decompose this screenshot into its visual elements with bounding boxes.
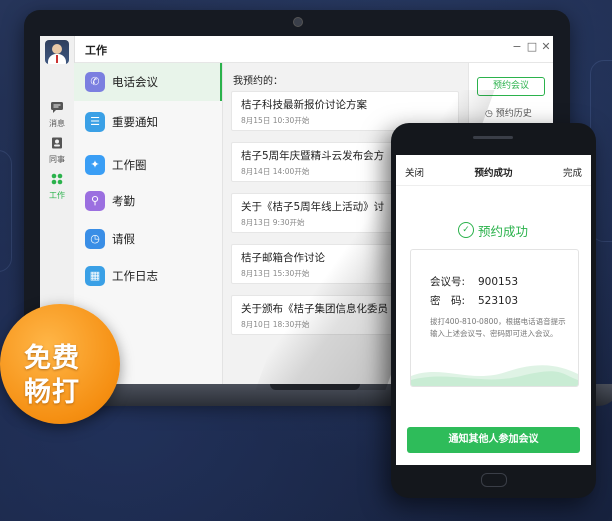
menu-label: 考勤 [112, 194, 135, 208]
menu-item-work-circle[interactable]: ✦ 工作圈 [74, 146, 222, 184]
password-value: 523103 [478, 295, 519, 307]
card-title: 桔子科技最新报价讨论方案 [241, 99, 367, 111]
meeting-id-value: 900153 [478, 276, 519, 288]
minimize-button[interactable]: − [510, 40, 524, 53]
menu-item-conference[interactable]: ✆ 电话会议 [74, 63, 222, 101]
meeting-info-box: 会议号: 900153 密 码: 523103 拔打400-810-0800，根据电… [410, 249, 579, 387]
wave-decoration [411, 365, 578, 386]
compass-icon: ✦ [85, 155, 105, 175]
rail-label: 消息 [49, 119, 65, 128]
menu-label: 请假 [112, 232, 135, 246]
apps-icon [51, 173, 63, 185]
chat-icon [51, 102, 63, 113]
title-bar: 工作 − □ ✕ [40, 36, 553, 63]
menu-label: 工作日志 [112, 269, 158, 283]
rail-item-colleagues[interactable]: 同事 [40, 134, 74, 165]
location-icon: ⚲ [85, 191, 105, 211]
rail-item-messages[interactable]: 消息 [40, 98, 74, 129]
contacts-icon [52, 137, 62, 149]
log-icon: ▦ [85, 266, 105, 286]
menu-item-work-log[interactable]: ▦ 工作日志 [74, 257, 222, 295]
promo-badge: 免费 畅打 [0, 304, 120, 424]
rail-item-work[interactable]: 工作 [40, 170, 74, 201]
list-header: 我预约的： [233, 76, 283, 87]
close-button[interactable]: ✕ [539, 40, 553, 53]
phone-screen: 关闭 预约成功 完成 ✓ 预约成功 会议号: 900153 密 码: 523103 … [396, 155, 591, 465]
maximize-button[interactable]: □ [525, 40, 539, 53]
card-time: 8月14日 14:00开始 [241, 167, 310, 176]
rail-label: 同事 [49, 155, 65, 164]
card-time: 8月13日 9:30开始 [241, 218, 305, 227]
camera [293, 17, 303, 27]
meeting-id-row: 会议号: 900153 [430, 274, 518, 289]
password-label: 密 码: [430, 295, 466, 307]
avatar[interactable] [45, 40, 69, 64]
history-label: 预约历史 [495, 109, 532, 119]
phone-nav-bar: 关闭 预约成功 完成 [396, 155, 591, 186]
phone-icon: ✆ [85, 72, 105, 92]
menu-item-notice[interactable]: ☰ 重要通知 [74, 103, 222, 141]
menu-label: 工作圈 [112, 158, 147, 172]
home-button[interactable] [481, 473, 507, 487]
check-circle-icon: ✓ [458, 222, 474, 238]
clock-icon: ◷ [85, 229, 105, 249]
phone-nav-title: 预约成功 [474, 168, 513, 179]
menu-item-attendance[interactable]: ⚲ 考勤 [74, 182, 222, 220]
badge-line-2: 畅打 [24, 377, 80, 408]
window-title: 工作 [85, 44, 107, 57]
phone-frame: 关闭 预约成功 完成 ✓ 预约成功 会议号: 900153 密 码: 523103 … [391, 123, 596, 498]
card-time: 8月15日 10:30开始 [241, 116, 310, 125]
menu-item-leave[interactable]: ◷ 请假 [74, 220, 222, 258]
password-row: 密 码: 523103 [430, 293, 518, 308]
notify-others-button[interactable]: 通知其他人参加会议 [407, 427, 580, 453]
menu-label: 电话会议 [112, 75, 158, 89]
dial-hint: 拔打400-810-0800，根据电话语音提示输入上述会议号、密码即可进入会议。 [430, 317, 566, 338]
background-decoration [0, 150, 12, 272]
menu-label: 重要通知 [112, 115, 158, 129]
phone-speaker [473, 136, 513, 139]
booking-history-link[interactable]: ◷ 预约历史 [485, 106, 532, 119]
success-label: 预约成功 [478, 224, 529, 239]
notice-icon: ☰ [85, 112, 105, 132]
rail-label: 工作 [49, 191, 65, 200]
meeting-id-label: 会议号: [430, 276, 466, 288]
phone-done-button[interactable]: 完成 [563, 165, 582, 179]
